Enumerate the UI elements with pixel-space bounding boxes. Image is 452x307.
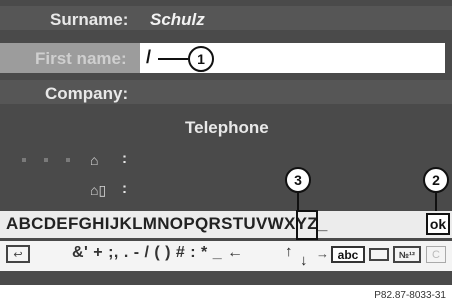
phone-home-row[interactable]: ⌂ : (0, 150, 452, 178)
company-row[interactable]: Company: (0, 82, 452, 110)
character-row[interactable]: ABCDEFGHIJKLMNOPQRSTUVWXYZ_ (6, 214, 328, 234)
shift-down-icon[interactable]: ↓ (300, 252, 308, 269)
callout-1: 1 (188, 46, 214, 72)
callout-line-3 (297, 193, 299, 211)
telephone-header: Telephone (185, 118, 269, 137)
first-name-label: First name: (35, 49, 127, 68)
display-screen: Surname: Schulz First name: / 1 Company:… (0, 0, 452, 285)
character-selection-marker (296, 210, 318, 240)
telephone-header-row: Telephone (0, 116, 452, 144)
surname-row[interactable]: Surname: Schulz (0, 8, 452, 36)
space-icon[interactable] (369, 248, 389, 261)
abc-button[interactable]: abc (331, 246, 365, 263)
callout-2: 2 (423, 167, 449, 193)
arrow-right-icon[interactable]: → (316, 246, 329, 261)
clear-button[interactable]: C (426, 246, 446, 263)
back-icon[interactable]: ↩ (6, 245, 30, 263)
company-label: Company: (45, 84, 129, 103)
surname-label: Surname: (50, 10, 129, 29)
shift-up-icon[interactable]: ↑ (285, 243, 293, 260)
phone-colon: : (122, 150, 127, 167)
ok-button[interactable]: ok (426, 213, 450, 235)
reference-code: P82.87-8033-31 (374, 290, 446, 301)
home-phone-icon: ⌂▯ (90, 182, 107, 198)
mode-button[interactable]: №¹² (393, 246, 421, 263)
phone-colon: : (122, 180, 127, 197)
symbol-row[interactable]: &' + ;, . - / ( ) # : * _ ← (72, 244, 244, 262)
surname-value: Schulz (150, 10, 205, 29)
callout-line-1 (158, 58, 188, 60)
first-name-value: / (146, 47, 152, 67)
phone-home-row[interactable]: ⌂▯ : (0, 180, 452, 208)
callout-3: 3 (285, 167, 311, 193)
home-icon: ⌂ (90, 152, 99, 168)
callout-line-2 (435, 193, 437, 213)
